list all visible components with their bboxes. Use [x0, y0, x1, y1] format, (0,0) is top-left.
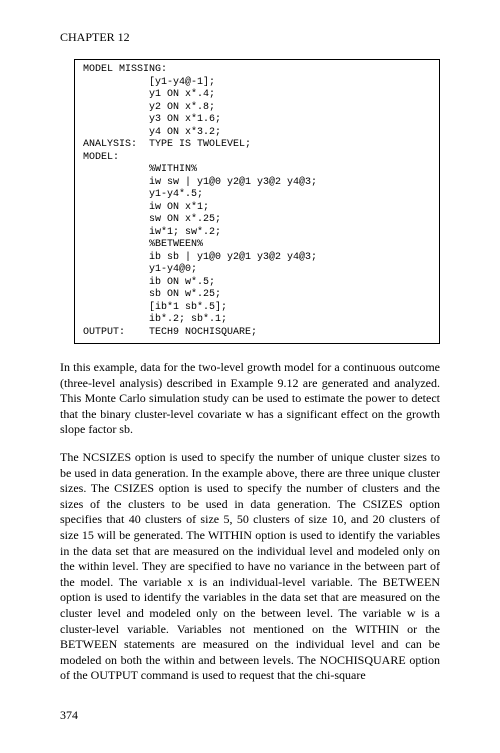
chapter-heading: CHAPTER 12 [60, 30, 440, 45]
paragraph-1: In this example, data for the two-level … [60, 360, 440, 438]
page: CHAPTER 12 MODEL MISSING: [y1-y4@-1]; y1… [0, 0, 500, 753]
page-number: 374 [60, 708, 440, 723]
code-listing: MODEL MISSING: [y1-y4@-1]; y1 ON x*.4; y… [74, 59, 440, 344]
paragraph-2: The NCSIZES option is used to specify th… [60, 450, 440, 684]
